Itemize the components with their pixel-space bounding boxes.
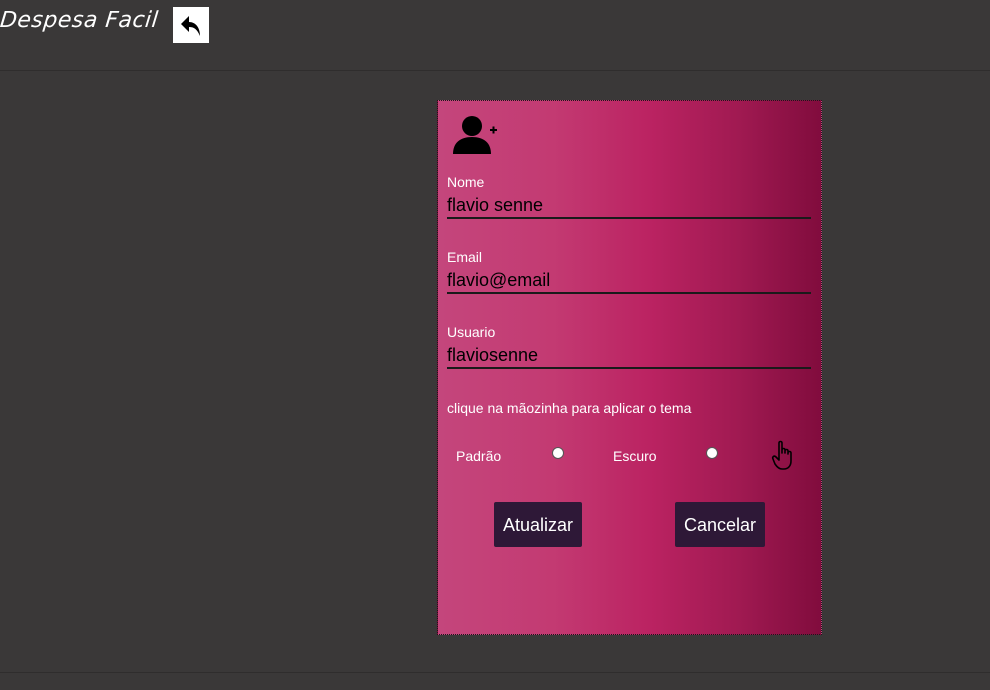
app-title: Despesa Facil xyxy=(0,8,160,33)
user-plus-icon xyxy=(453,116,497,154)
username-input[interactable] xyxy=(447,343,811,369)
reply-arrow-icon xyxy=(181,16,200,36)
profile-edit-card: Nome Email Usuario clique na mãozinha pa… xyxy=(437,100,822,635)
cancel-button[interactable]: Cancelar xyxy=(675,502,765,547)
username-label: Usuario xyxy=(447,324,496,340)
update-button[interactable]: Atualizar xyxy=(494,502,582,547)
footer-divider xyxy=(0,672,990,673)
back-button[interactable] xyxy=(173,7,209,43)
theme-dark-label: Escuro xyxy=(613,448,657,464)
email-label: Email xyxy=(447,249,483,265)
email-input[interactable] xyxy=(447,268,811,294)
theme-default-radio[interactable] xyxy=(552,447,564,459)
name-input[interactable] xyxy=(447,193,811,219)
theme-hint-text: clique na mãozinha para aplicar o tema xyxy=(447,400,692,416)
name-label: Nome xyxy=(447,174,485,190)
theme-default-label: Padrão xyxy=(456,448,502,464)
top-bar: Despesa Facil xyxy=(0,0,990,71)
theme-dark-radio[interactable] xyxy=(706,447,718,459)
pointing-hand-icon[interactable] xyxy=(771,439,799,471)
